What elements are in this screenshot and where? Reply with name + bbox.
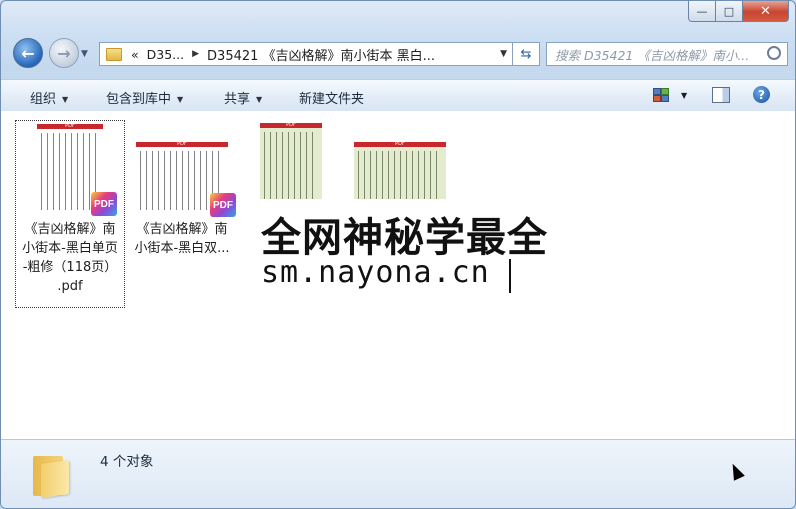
pdf-icon: PDF: [91, 192, 117, 216]
file-name[interactable]: 《吉凶格解》南 小街本-黑白单页 -粗修（118页） .pdf: [16, 220, 124, 296]
preview-pane-icon[interactable]: [712, 87, 730, 103]
caption-buttons: — □ ✕: [688, 1, 789, 23]
thumbnail-label: PDF: [177, 141, 187, 147]
address-dropdown-icon[interactable]: ▼: [500, 49, 507, 59]
details-pane: 4 个对象: [1, 439, 795, 508]
thumbnail-label: PDF: [395, 141, 405, 147]
back-arrow-icon: ←: [21, 43, 35, 63]
include-in-library-menu[interactable]: 包含到库中 ▼: [106, 88, 183, 107]
thumbnail-label: PDF: [65, 123, 75, 129]
back-button[interactable]: ←: [13, 38, 43, 68]
folder-icon: [106, 47, 122, 61]
help-icon[interactable]: ?: [753, 86, 770, 103]
pdf-thumbnail: PDF PDF: [136, 141, 236, 217]
maximize-button[interactable]: □: [716, 1, 743, 22]
pdf-thumbnail: PDF PDF: [37, 123, 117, 216]
share-menu[interactable]: 共享 ▼: [224, 88, 262, 107]
refresh-button[interactable]: ⇆: [513, 42, 540, 66]
folder-icon: [33, 450, 73, 498]
pdf-icon: PDF: [210, 193, 236, 217]
refresh-icon: ⇆: [520, 46, 532, 62]
address-overflow-chevron[interactable]: «: [131, 47, 139, 62]
view-options-dropdown[interactable]: ▼: [681, 91, 687, 100]
minimize-button[interactable]: —: [688, 1, 716, 22]
breadcrumb-parent[interactable]: D35...: [147, 47, 184, 62]
watermark-url: sm.nayona.cn: [261, 255, 490, 290]
share-label: 共享: [224, 92, 251, 107]
forward-button[interactable]: →: [49, 38, 79, 68]
search-icon: [767, 46, 781, 60]
thumbnail-label: PDF: [286, 122, 296, 128]
new-folder-button[interactable]: 新建文件夹: [299, 88, 364, 107]
explorer-window: — □ ✕ ← → ▼ « D35... ▶ D35421 《吉凶格解》南小街本…: [0, 0, 796, 509]
search-box[interactable]: 搜索 D35421 《吉凶格解》南小...: [546, 42, 788, 66]
file-item[interactable]: PDF PDF 《吉凶格解》南 小街本-黑白单页 -粗修（118页） .pdf: [15, 120, 125, 308]
change-view-icon[interactable]: [653, 88, 669, 102]
watermark-overlay: 全网神秘学最全 sm.nayona.cn: [251, 199, 549, 304]
pdf-thumbnail: PDF: [260, 122, 322, 207]
breadcrumb-current[interactable]: D35421 《吉凶格解》南小街本 黑白...: [207, 45, 435, 64]
file-item[interactable]: PDF PDF 《吉凶格解》南 小街本-黑白双...: [128, 120, 236, 258]
breadcrumb-separator-icon[interactable]: ▶: [192, 49, 199, 59]
close-button[interactable]: ✕: [743, 1, 789, 22]
text-caret: [509, 259, 511, 293]
organize-menu[interactable]: 组织 ▼: [30, 88, 68, 107]
include-in-library-label: 包含到库中: [106, 92, 172, 107]
address-bar[interactable]: « D35... ▶ D35421 《吉凶格解》南小街本 黑白... ▼: [99, 42, 513, 66]
command-bar: 组织 ▼ 包含到库中 ▼ 共享 ▼ 新建文件夹 ▼ ?: [1, 79, 795, 112]
forward-arrow-icon: →: [57, 43, 71, 63]
item-count: 4 个对象: [100, 454, 154, 470]
recent-pages-dropdown[interactable]: ▼: [81, 49, 88, 59]
chevron-down-icon: ▼: [256, 95, 263, 104]
file-name[interactable]: 《吉凶格解》南 小街本-黑白双...: [128, 220, 236, 258]
chevron-down-icon: ▼: [177, 95, 184, 104]
chevron-down-icon: ▼: [62, 95, 69, 104]
search-input[interactable]: 搜索 D35421 《吉凶格解》南小...: [555, 45, 749, 64]
organize-label: 组织: [30, 92, 57, 107]
